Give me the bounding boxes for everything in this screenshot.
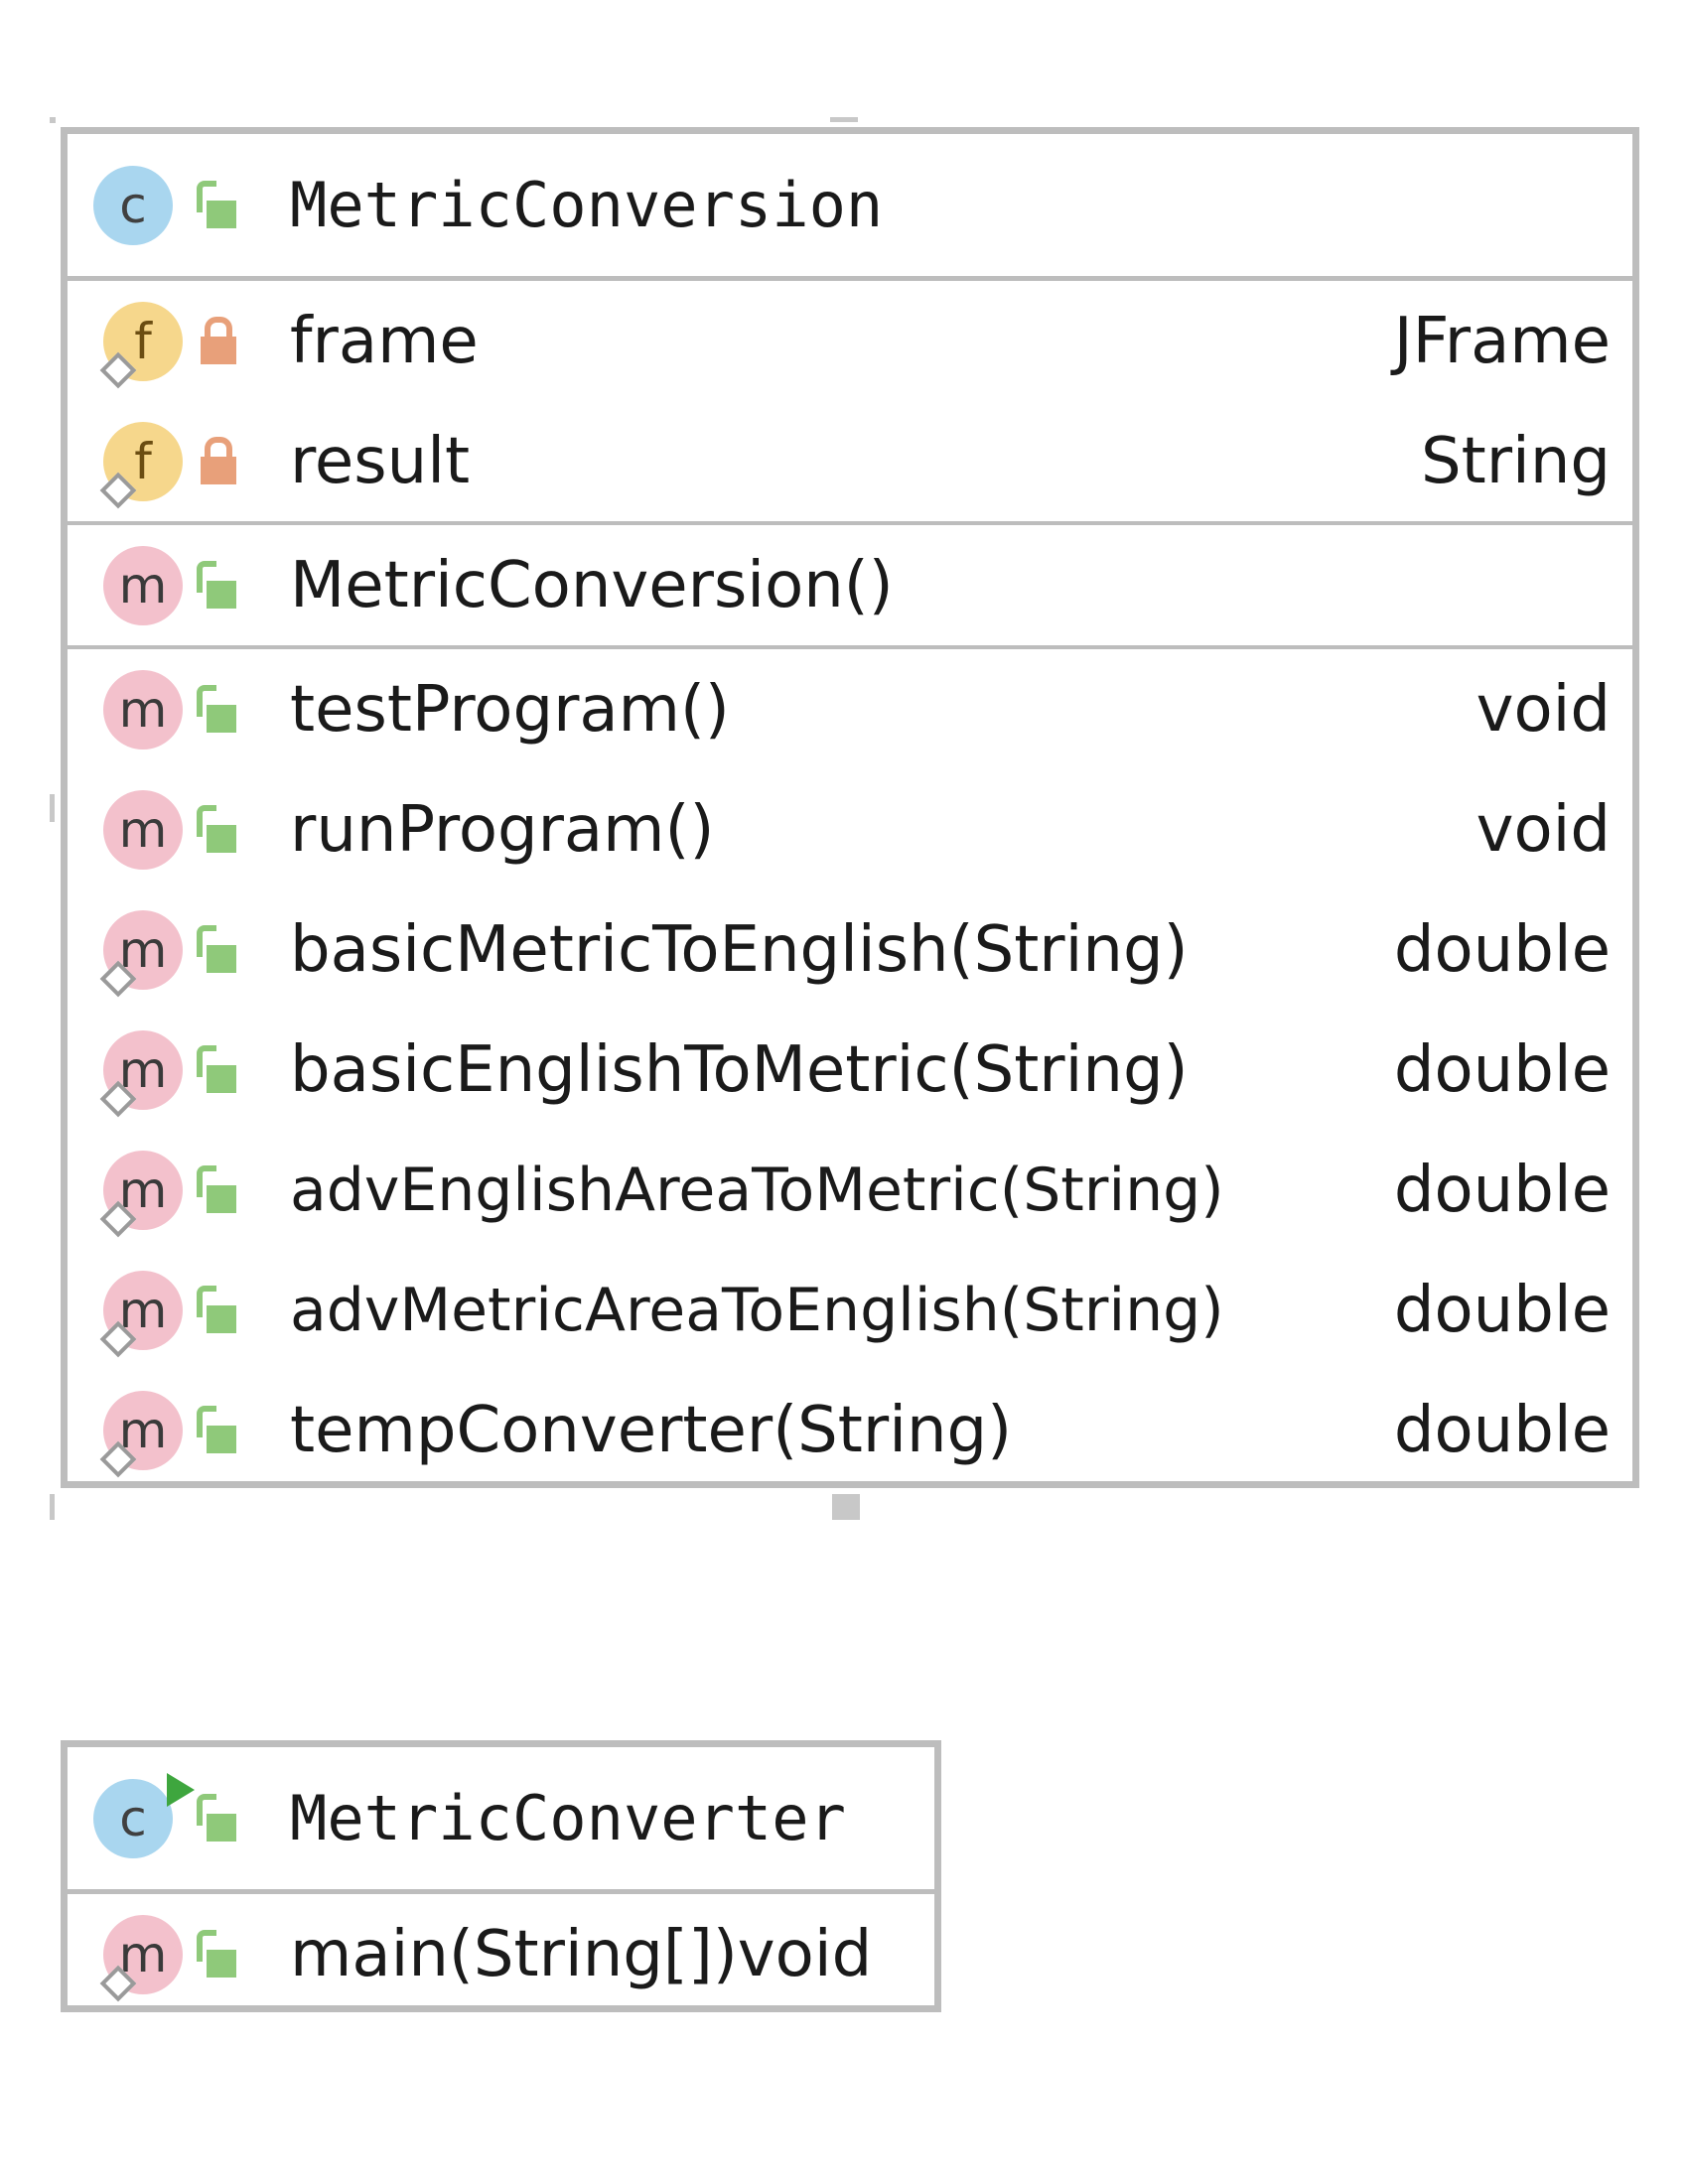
selection-handle <box>50 117 56 123</box>
unlocked-icon <box>195 804 238 855</box>
class-icon: c <box>93 1772 195 1858</box>
method-name: main(String[]) <box>290 1917 738 1991</box>
lock-icon <box>195 316 238 366</box>
fields-section: f frame JFrame f result String <box>68 281 1632 525</box>
method-name: testProgram() <box>290 672 730 747</box>
unlocked-icon <box>195 180 238 230</box>
method-return-type: double <box>1393 1393 1611 1467</box>
method-icon: m <box>103 789 183 870</box>
method-icon: m <box>103 669 183 750</box>
selection-handle <box>830 117 858 122</box>
method-return-type: double <box>1393 1153 1611 1227</box>
class-header[interactable]: c MetricConverter <box>68 1747 934 1894</box>
unlocked-icon <box>195 1929 238 1979</box>
method-row[interactable]: m advMetricAreaToEnglish(String) double <box>68 1250 1632 1370</box>
class-box-metricconversion[interactable]: c MetricConversion f frame JFrame f resu… <box>61 127 1639 1488</box>
run-icon <box>167 1772 195 1807</box>
method-row[interactable]: m basicEnglishToMetric(String) double <box>68 1010 1632 1130</box>
field-row[interactable]: f frame JFrame <box>68 281 1632 401</box>
method-row[interactable]: m advEnglishAreaToMetric(String) double <box>68 1130 1632 1250</box>
method-return-type: double <box>1393 1032 1611 1107</box>
selection-handle <box>50 1494 55 1520</box>
selection-handle <box>50 794 55 822</box>
unlocked-icon <box>195 1164 238 1215</box>
method-icon: m <box>103 545 183 625</box>
method-row[interactable]: m main(String[]) void <box>68 1894 934 2014</box>
field-type: String <box>1421 424 1611 498</box>
method-name: advMetricAreaToEnglish(String) <box>290 1275 1224 1345</box>
class-name: MetricConverter <box>290 1782 846 1854</box>
method-row[interactable]: m basicMetricToEnglish(String) double <box>68 889 1632 1010</box>
constructor-name: MetricConversion() <box>290 548 894 622</box>
unlocked-icon <box>195 1044 238 1095</box>
method-return-type: void <box>1476 792 1611 867</box>
method-signature: main(String[]) void <box>290 1918 872 1991</box>
unlocked-icon <box>195 1405 238 1455</box>
method-name: runProgram() <box>290 792 715 867</box>
method-name: basicMetricToEnglish(String) <box>290 912 1189 987</box>
class-box-metricconverter[interactable]: c MetricConverter m main(String[]) void <box>61 1740 941 2012</box>
unlocked-icon <box>195 924 238 975</box>
unlocked-icon <box>195 1793 238 1843</box>
methods-section: m testProgram() void m runProgram() void… <box>68 649 1632 1490</box>
field-type: JFrame <box>1393 304 1611 378</box>
class-name: MetricConversion <box>290 169 884 241</box>
field-row[interactable]: f result String <box>68 401 1632 521</box>
methods-section: m main(String[]) void <box>68 1894 934 2014</box>
constructors-section: m MetricConversion() <box>68 525 1632 649</box>
method-return-type: double <box>1393 912 1611 987</box>
class-header[interactable]: c MetricConversion <box>68 134 1632 281</box>
method-name: basicEnglishToMetric(String) <box>290 1032 1189 1107</box>
method-row[interactable]: m testProgram() void <box>68 649 1632 769</box>
constructor-row[interactable]: m MetricConversion() <box>68 525 1632 645</box>
method-return-type: void <box>737 1917 873 1991</box>
method-name: tempConverter(String) <box>290 1393 1013 1467</box>
method-row[interactable]: m runProgram() void <box>68 769 1632 889</box>
method-return-type: void <box>1476 672 1611 747</box>
method-name: advEnglishAreaToMetric(String) <box>290 1155 1224 1225</box>
unlocked-icon <box>195 684 238 735</box>
lock-icon <box>195 436 238 486</box>
class-icon: c <box>93 165 173 245</box>
unlocked-icon <box>195 560 238 611</box>
selection-handle[interactable] <box>832 1494 860 1520</box>
method-row[interactable]: m tempConverter(String) double <box>68 1370 1632 1490</box>
field-name: result <box>290 424 471 498</box>
unlocked-icon <box>195 1285 238 1335</box>
method-return-type: double <box>1393 1273 1611 1347</box>
field-name: frame <box>290 304 479 378</box>
